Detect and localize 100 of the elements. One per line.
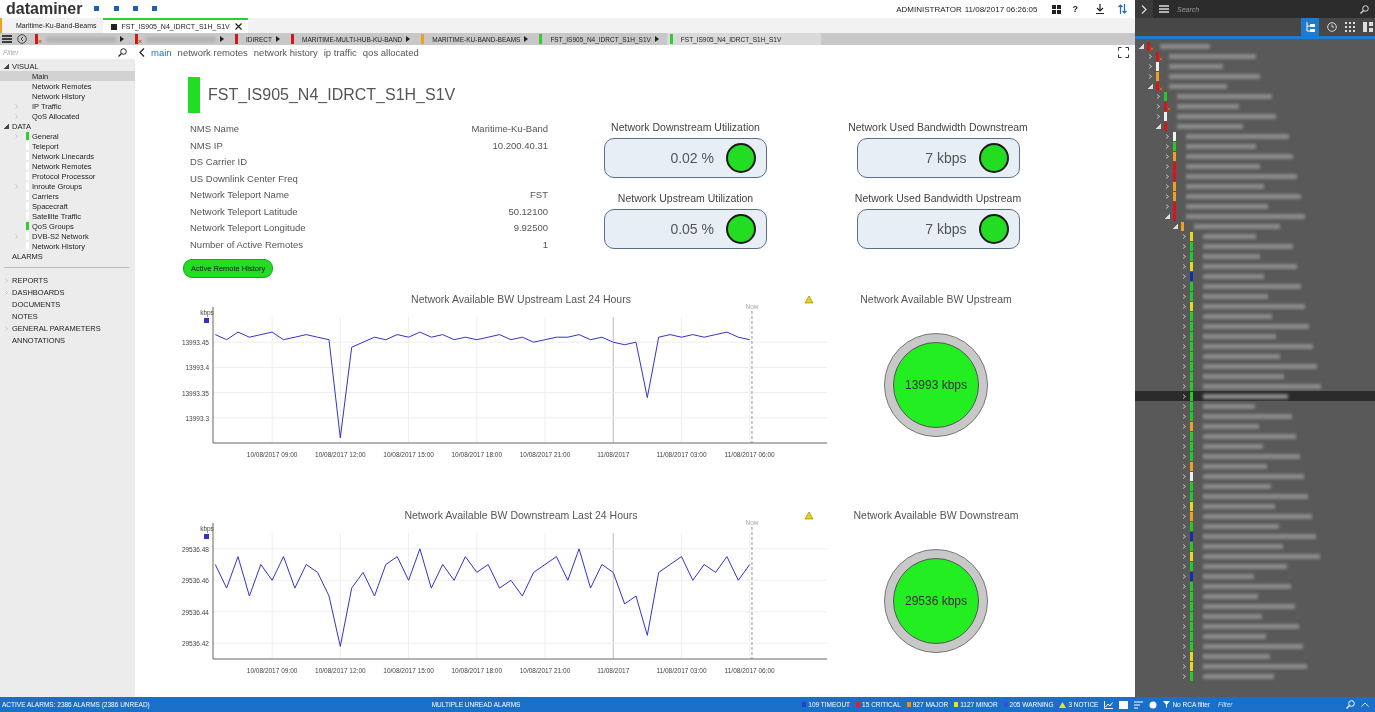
blurred-label	[1185, 143, 1256, 149]
blurred-label	[1177, 123, 1243, 129]
collapsed-caret-icon[interactable]	[1181, 373, 1187, 379]
collapsed-caret-icon[interactable]	[1164, 163, 1170, 169]
sort-arrows-icon[interactable]	[1118, 4, 1127, 14]
fullscreen-icon[interactable]	[1118, 46, 1129, 58]
collapsed-caret-icon[interactable]	[1181, 513, 1187, 519]
collapsed-caret-icon[interactable]	[1181, 273, 1187, 279]
expand-panel-icon[interactable]	[1141, 4, 1147, 14]
collapsed-caret-icon[interactable]	[1181, 553, 1187, 559]
collapsed-caret-icon[interactable]	[1181, 323, 1187, 329]
page-tab[interactable]: qos allocated	[362, 46, 419, 58]
collapsed-caret-icon[interactable]	[1181, 603, 1187, 609]
collapsed-caret-icon[interactable]	[1181, 483, 1187, 489]
collapsed-caret-icon[interactable]	[1181, 623, 1187, 629]
collapsed-caret-icon[interactable]	[1181, 403, 1187, 409]
collapsed-caret-icon[interactable]	[1181, 523, 1187, 529]
gauge-title: Network Available BW Downstream	[853, 509, 1019, 521]
chart-title: Network Available BW Upstream Last 24 Hours	[411, 293, 631, 305]
collapsed-caret-icon[interactable]	[1147, 73, 1153, 79]
expanded-caret-icon[interactable]	[4, 63, 9, 69]
collapsed-caret-icon[interactable]	[1164, 203, 1170, 209]
collapsed-caret-icon[interactable]	[1181, 583, 1187, 589]
collapsed-caret-icon[interactable]	[1181, 573, 1187, 579]
collapse-sidebar-icon[interactable]	[139, 47, 145, 57]
collapsed-caret-icon[interactable]	[1164, 173, 1170, 179]
collapsed-caret-icon[interactable]	[1181, 423, 1187, 429]
collapsed-caret-icon[interactable]	[1181, 263, 1187, 269]
back-icon[interactable]	[17, 34, 27, 44]
parameter-value: Maritime-Ku-Band	[471, 123, 548, 135]
grid-view-icon[interactable]	[1345, 22, 1355, 32]
collapsed-caret-icon[interactable]	[1181, 303, 1187, 309]
collapsed-caret-icon[interactable]	[1181, 613, 1187, 619]
collapsed-caret-icon[interactable]	[1181, 353, 1187, 359]
collapsed-caret-icon[interactable]	[1181, 333, 1187, 339]
chart-icon[interactable]	[1104, 700, 1114, 709]
collapsed-caret-icon[interactable]	[1181, 393, 1187, 399]
collapsed-caret-icon[interactable]	[1164, 193, 1170, 199]
search-icon[interactable]	[1360, 4, 1369, 14]
collapsed-caret-icon[interactable]	[1164, 143, 1170, 149]
collapsed-caret-icon[interactable]	[1181, 543, 1187, 549]
collapsed-caret-icon[interactable]	[1181, 283, 1187, 289]
collapsed-caret-icon[interactable]	[1181, 293, 1187, 299]
collapsed-caret-icon[interactable]	[1181, 563, 1187, 569]
collapsed-caret-icon[interactable]	[1181, 413, 1187, 419]
collapsed-caret-icon[interactable]	[1181, 593, 1187, 599]
layout-grid-icon[interactable]	[1051, 4, 1061, 14]
collapsed-caret-icon[interactable]	[1164, 153, 1170, 159]
lines-icon[interactable]	[1134, 700, 1144, 709]
parameter-name: Network Teleport Name	[190, 189, 291, 201]
collapsed-caret-icon[interactable]	[1181, 453, 1187, 459]
download-icon[interactable]	[1096, 4, 1104, 14]
split-view-icon[interactable]	[1363, 22, 1373, 32]
collapsed-caret-icon[interactable]	[1181, 663, 1187, 669]
expanded-caret-icon[interactable]	[4, 123, 9, 129]
collapsed-caret-icon[interactable]	[1164, 183, 1170, 189]
collapsed-caret-icon[interactable]	[1181, 533, 1187, 539]
page-tab[interactable]: ip traffic	[323, 46, 357, 58]
collapsed-caret-icon[interactable]	[1156, 103, 1161, 109]
collapsed-caret-icon[interactable]	[1156, 93, 1161, 99]
collapsed-caret-icon[interactable]	[1181, 673, 1187, 679]
collapsed-caret-icon[interactable]	[1147, 63, 1153, 69]
collapsed-caret-icon[interactable]	[1181, 363, 1187, 369]
collapsed-caret-icon[interactable]	[1181, 243, 1187, 249]
close-icon[interactable]	[234, 23, 242, 30]
collapsed-caret-icon[interactable]	[1181, 343, 1187, 349]
parameter-value: 50.12100	[507, 205, 548, 218]
collapsed-caret-icon[interactable]	[1181, 463, 1187, 469]
collapsed-caret-icon[interactable]	[1181, 493, 1187, 499]
collapsed-caret-icon[interactable]	[1181, 473, 1187, 479]
help-button[interactable]: ?	[1068, 4, 1082, 14]
collapsed-caret-icon[interactable]	[1181, 643, 1187, 649]
page-tab[interactable]: network remotes	[177, 46, 248, 58]
tree-view-button[interactable]	[1301, 18, 1319, 36]
tree-row[interactable]	[1135, 391, 1375, 401]
collapsed-caret-icon[interactable]	[1164, 133, 1170, 139]
chevron-up-icon[interactable]	[1361, 702, 1369, 707]
collapsed-caret-icon[interactable]	[1156, 113, 1161, 119]
collapsed-caret-icon[interactable]	[1181, 503, 1187, 509]
blurred-label	[1202, 233, 1256, 239]
blurred-label	[1202, 273, 1264, 279]
chevron-right-icon	[120, 36, 124, 42]
collapsed-caret-icon[interactable]	[1181, 233, 1187, 239]
collapsed-caret-icon[interactable]	[1147, 53, 1153, 59]
collapsed-caret-icon[interactable]	[1181, 253, 1187, 259]
menu-icon[interactable]	[2, 35, 12, 43]
dot-icon[interactable]	[1149, 700, 1158, 709]
page-tab[interactable]: network history	[253, 46, 318, 58]
app-switcher-icon[interactable]	[94, 6, 159, 12]
collapsed-caret-icon[interactable]	[1181, 633, 1187, 639]
collapsed-caret-icon[interactable]	[1181, 383, 1187, 389]
collapsed-caret-icon[interactable]	[1181, 443, 1187, 449]
collapsed-caret-icon[interactable]	[1181, 433, 1187, 439]
page-tab[interactable]: main	[151, 46, 172, 58]
blurred-label	[1202, 653, 1270, 659]
search-icon[interactable]	[118, 47, 127, 57]
collapsed-caret-icon[interactable]	[1181, 313, 1187, 319]
collapsed-caret-icon[interactable]	[1181, 653, 1187, 659]
history-icon[interactable]	[1327, 22, 1337, 32]
parameter-value: 10.200.40.31	[491, 139, 548, 152]
